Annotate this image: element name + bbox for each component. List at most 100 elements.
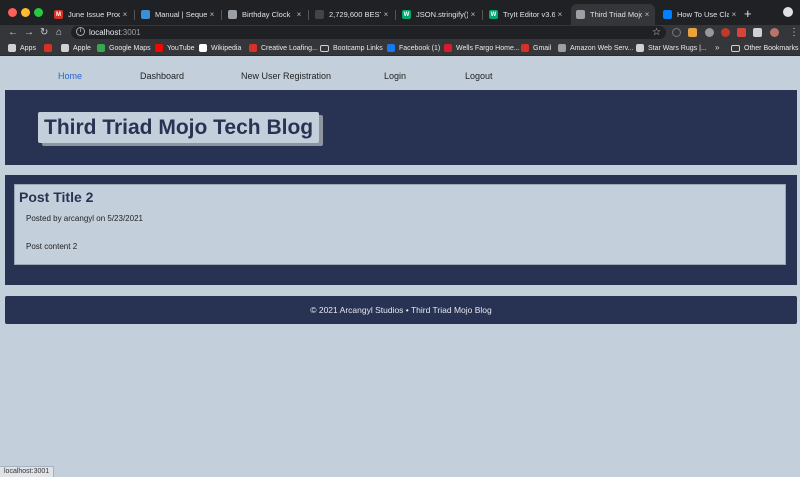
bookmarks-bar: Apps Apple Google Maps YouTube Wikipedia Crea… — [0, 40, 800, 56]
bookmark-item[interactable]: Gmail — [521, 40, 551, 56]
extensions-puzzle-icon[interactable] — [753, 28, 762, 37]
bookmark-label: Apps — [20, 44, 36, 52]
profile-avatar[interactable] — [770, 28, 779, 37]
bookmark-item[interactable]: Google Maps — [97, 40, 151, 56]
status-bar-url: localhost:3001 — [0, 466, 55, 477]
posts-section: Post Title 2 Posted by arcangyl on 5/23/… — [5, 175, 797, 285]
tab-divider — [308, 10, 309, 20]
gmail-icon: M — [54, 10, 63, 19]
bookmark-star-icon[interactable]: ☆ — [652, 25, 661, 40]
bookmark-item[interactable]: Wells Fargo Home... — [444, 40, 520, 56]
extension-icon[interactable] — [705, 28, 714, 37]
tab-divider — [221, 10, 222, 20]
web-page: Home Dashboard New User Registration Log… — [0, 57, 800, 477]
bookmark-label: Apple — [73, 44, 91, 52]
site-nav: Home Dashboard New User Registration Log… — [0, 57, 800, 90]
bookmark-item[interactable]: Amazon Web Serv... — [558, 40, 634, 56]
bookmark-label: Facebook (1) — [399, 44, 441, 52]
more-bookmarks-chevron-icon[interactable]: » — [715, 40, 719, 56]
apple-icon — [61, 44, 69, 52]
close-tab-icon[interactable]: × — [555, 10, 565, 19]
forward-arrow-icon[interactable]: → — [24, 25, 34, 40]
apps-grid-icon — [8, 44, 16, 52]
extension-icon[interactable] — [688, 28, 697, 37]
post-content: Post content 2 — [26, 242, 78, 251]
facebook-icon — [387, 44, 395, 52]
browser-tab[interactable]: Manual | Sequelize× — [136, 4, 220, 25]
bookmark-item[interactable]: Star Wars Rugs |... — [636, 40, 707, 56]
bookmark-item[interactable]: Facebook (1) — [387, 40, 440, 56]
site-footer: © 2021 Arcangyl Studios • Third Triad Mo… — [5, 296, 797, 324]
close-tab-icon[interactable]: × — [207, 10, 217, 19]
close-window-icon[interactable] — [8, 8, 17, 17]
digitalocean-icon — [663, 10, 672, 19]
folder-icon — [731, 44, 740, 52]
close-tab-icon[interactable]: × — [468, 10, 478, 19]
globe-icon — [228, 10, 237, 19]
tab-divider — [134, 10, 135, 20]
browser-tab-strip: MJune Issue Produc×Manual | Sequelize×Bi… — [0, 0, 800, 25]
wellsfargo-icon — [444, 44, 452, 52]
other-bookmarks[interactable]: Other Bookmarks — [731, 40, 798, 56]
tab-title: Manual | Sequelize — [155, 10, 207, 19]
browser-tab[interactable]: Birthday Clock × — [223, 4, 307, 25]
wikipedia-icon — [199, 44, 207, 52]
bookmark-label: YouTube — [167, 44, 195, 52]
site-icon — [315, 10, 324, 19]
bookmark-item[interactable] — [44, 40, 56, 56]
bookmark-item[interactable]: Creative Loafing... — [249, 40, 318, 56]
bookmark-item[interactable]: Wikipedia — [199, 40, 241, 56]
browser-menu-icon[interactable]: ⋮ — [789, 25, 799, 40]
browser-tab[interactable]: M June Issue Produc× — [49, 4, 133, 25]
address-bar[interactable] — [71, 26, 666, 39]
tab-title: TryIt Editor v3.6 — [503, 10, 555, 19]
globe-icon — [558, 44, 566, 52]
tab-title: JSON.stringify() — [416, 10, 468, 19]
close-tab-icon[interactable]: × — [642, 10, 652, 19]
extension-icon[interactable] — [721, 28, 730, 37]
tab-title: June Issue Produc — [68, 10, 120, 19]
browser-tab[interactable]: W TryIt Editor v3.6 × — [484, 4, 568, 25]
bookmark-item[interactable]: Bootcamp Links — [320, 40, 383, 56]
maps-icon — [97, 44, 105, 52]
folder-icon — [320, 44, 329, 52]
globe-icon — [576, 10, 585, 19]
bookmark-label: Wikipedia — [211, 44, 242, 52]
site-info-icon[interactable]: i — [76, 27, 85, 36]
gmail-icon — [249, 44, 257, 52]
tab-divider — [482, 10, 483, 20]
post-title: Post Title 2 — [19, 189, 94, 205]
maximize-window-icon[interactable] — [34, 8, 43, 17]
browser-tab[interactable]: W JSON.stringify() × — [397, 4, 481, 25]
bookmark-item[interactable]: Apple — [61, 40, 91, 56]
close-tab-icon[interactable]: × — [120, 10, 130, 19]
home-icon[interactable]: ⌂ — [56, 25, 62, 40]
close-tab-icon[interactable]: × — [381, 10, 391, 19]
browser-tab[interactable]: Third Triad Mojo T× — [571, 4, 655, 25]
tab-title: Third Triad Mojo T — [590, 10, 642, 19]
bookmark-label: Amazon Web Serv... — [570, 44, 634, 52]
bookmark-label: Gmail — [533, 44, 552, 52]
close-tab-icon[interactable]: × — [294, 10, 304, 19]
gmail-icon — [44, 44, 52, 52]
bookmark-label: Creative Loafing... — [261, 44, 318, 52]
tab-search-icon[interactable] — [783, 7, 793, 17]
post-card: Post Title 2 Posted by arcangyl on 5/23/… — [14, 184, 786, 265]
new-tab-button[interactable]: + — [744, 6, 752, 21]
bookmark-label: Bootcamp Links — [333, 44, 383, 52]
bookmark-item[interactable]: Apps — [8, 40, 36, 56]
extension-icon[interactable] — [672, 28, 681, 37]
address-bar-url[interactable]: localhost:3001 — [89, 25, 141, 40]
back-arrow-icon[interactable]: ← — [8, 25, 18, 40]
bookmark-item[interactable]: YouTube — [155, 40, 195, 56]
browser-tab[interactable]: How To Use Class× — [658, 4, 742, 25]
tab-title: How To Use Class — [677, 10, 729, 19]
reload-icon[interactable]: ↻ — [40, 25, 48, 40]
minimize-window-icon[interactable] — [21, 8, 30, 17]
tab-title: 2,729,600 BEST E — [329, 10, 381, 19]
close-tab-icon[interactable]: × — [729, 10, 739, 19]
bookmark-label: Google Maps — [109, 44, 151, 52]
extension-icon[interactable] — [737, 28, 746, 37]
browser-tab[interactable]: 2,729,600 BEST E× — [310, 4, 394, 25]
w3schools-icon: W — [402, 10, 411, 19]
